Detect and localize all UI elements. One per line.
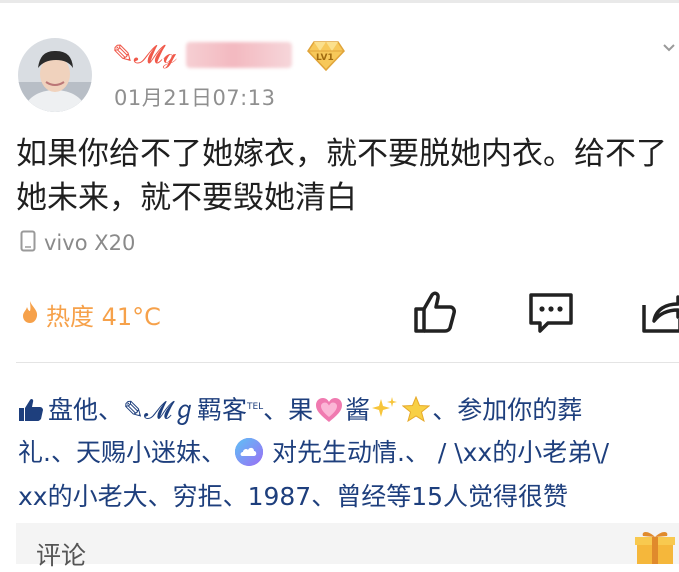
post-body-line2: 她未来，就不要毁她清白 — [16, 180, 357, 216]
likes-names-2b[interactable]: 对先生动情.、 / \xx的小老弟\/ — [272, 438, 609, 467]
username-redacted-blur — [186, 42, 292, 68]
comment-section-header[interactable] — [16, 523, 679, 564]
heart-emoji-icon — [315, 396, 343, 434]
avatar[interactable] — [18, 38, 92, 112]
comment-tab-label[interactable]: 评论 — [36, 536, 86, 572]
thumbs-up-icon — [410, 291, 460, 341]
post-timestamp: 01月21日07:13 — [114, 86, 276, 110]
likes-line-3[interactable]: xx的小老大、穷拒、1987、曾经等15人觉得很赞 — [18, 478, 678, 516]
device-info: vivo X20 — [20, 229, 135, 257]
cloud-avatar-icon — [234, 437, 264, 478]
share-button[interactable] — [640, 287, 679, 337]
device-name: vivo X20 — [44, 231, 136, 255]
post-body-line1: 如果你给不了她嫁衣，就不要脱她内衣。给不了 — [16, 136, 667, 172]
likes-names-1c[interactable]: 酱 — [345, 395, 370, 424]
sparkles-emoji-icon — [372, 395, 398, 433]
star-emoji-icon — [401, 395, 431, 433]
like-button[interactable] — [410, 287, 460, 337]
level-badge-text: LV1 — [316, 53, 334, 63]
likes-line-1: 盘他、✎𝓜ℊ羁客TEL、果 酱 、参加你的葬 — [18, 388, 678, 434]
username[interactable]: ✎𝓜ℊ — [112, 40, 177, 71]
likes-names-2a[interactable]: 礼.、天赐小迷妹、 — [18, 438, 226, 467]
likes-names-1b[interactable]: 、果 — [263, 395, 313, 424]
post-body: 如果你给不了她嫁衣，就不要脱她内衣。给不了 她未来，就不要毁她清白 — [16, 132, 679, 220]
share-icon — [640, 295, 679, 337]
gift-icon[interactable] — [632, 528, 678, 564]
likes-list[interactable]: 盘他、✎𝓜ℊ羁客TEL、果 酱 、参加你的葬 礼.、天赐小迷妹、 对先生动情.、… — [18, 388, 678, 516]
level-badge: LV1 — [306, 38, 346, 72]
comment-bubble-icon — [526, 293, 576, 341]
tel-mark: TEL — [246, 402, 264, 412]
likes-names-1d[interactable]: 、参加你的葬 — [432, 395, 582, 424]
heat-label: 热度 41°C — [46, 303, 161, 331]
top-divider — [0, 0, 679, 3]
comment-button[interactable] — [526, 287, 576, 337]
likes-line-2: 礼.、天赐小迷妹、 对先生动情.、 / \xx的小老弟\/ — [18, 434, 678, 478]
likes-names-1a[interactable]: 盘他、✎𝓜ℊ羁客 — [48, 395, 247, 424]
chevron-icon[interactable] — [662, 36, 676, 60]
section-divider — [16, 362, 679, 363]
flame-icon — [20, 300, 40, 330]
phone-icon — [20, 230, 36, 257]
heat-indicator: 热度 41°C — [20, 297, 161, 332]
thumbs-up-icon — [18, 395, 44, 433]
